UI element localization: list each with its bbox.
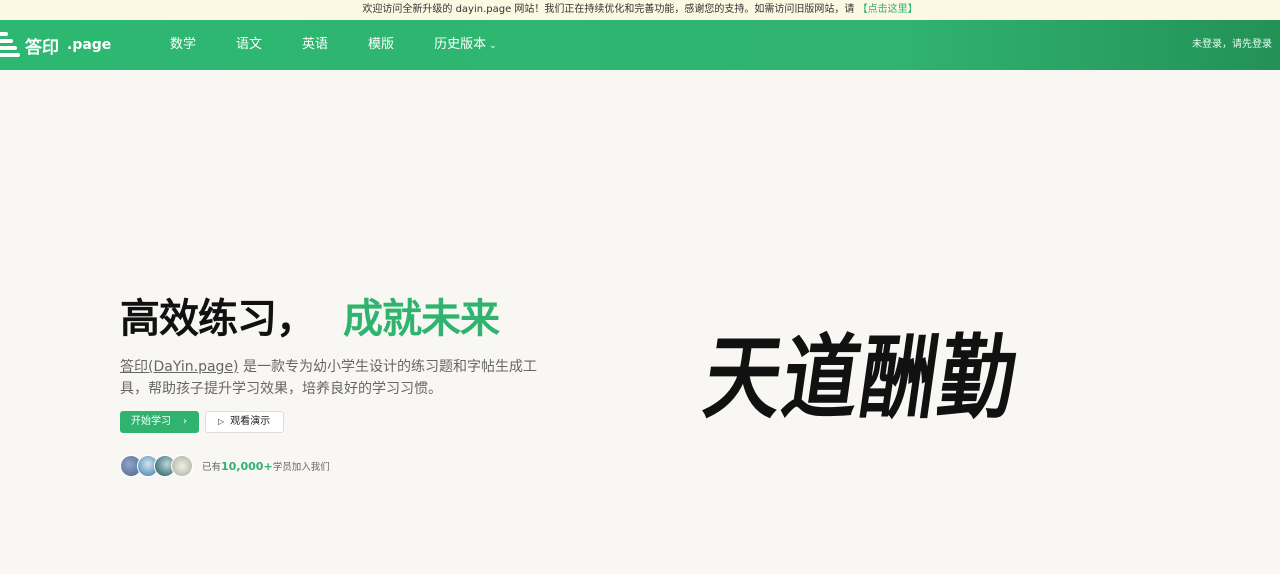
nav-item-templates[interactable]: 模版 [348, 20, 414, 70]
nav-history-label: 历史版本 [434, 37, 487, 52]
top-navbar: 答印 .page 数学 语文 英语 模版 历史版本 ⌄ 未登录，请先登录 [0, 20, 1280, 70]
announcement-bar: 欢迎访问全新升级的 dayin.page 网站！我们正在持续优化和完善功能，感谢… [0, 0, 1280, 20]
play-icon: ▷ [218, 417, 225, 426]
avatar-group [120, 455, 193, 477]
hero-description: 答印(DaYin.page) 是一款专为幼小学生设计的练习题和字帖生成工具，帮助… [120, 356, 540, 400]
logo-suffix: .page [67, 37, 112, 53]
join-text: 已有10,000+学员加入我们 [202, 459, 330, 473]
calligraphy-image: 天道酬勤 [698, 296, 1094, 462]
nav-item-english[interactable]: 英语 [282, 20, 348, 70]
chevron-down-icon: ⌄ [489, 41, 497, 51]
hero-buttons: 开始学习 › ▷ 观看演示 [120, 411, 550, 433]
watch-demo-label: 观看演示 [230, 416, 271, 427]
nav-item-math[interactable]: 数学 [150, 20, 216, 70]
hero-title: 高效练习， 成就未来 [120, 286, 550, 344]
logo-name: 答印 [25, 37, 59, 58]
announcement-text: 欢迎访问全新升级的 dayin.page 网站！我们正在持续优化和完善功能，感谢… [362, 4, 855, 15]
announcement-old-site-link[interactable]: 【点击这里】 [858, 4, 918, 15]
join-prefix: 已有 [202, 462, 222, 473]
brand-link[interactable]: 答印(DaYin.page) [120, 359, 239, 375]
logo-mark-icon [0, 30, 20, 60]
join-count: 10,000+ [221, 460, 273, 473]
hero-title-green: 成就未来 [343, 296, 500, 342]
nav-item-chinese[interactable]: 语文 [216, 20, 282, 70]
avatar [171, 455, 193, 477]
hero-title-black: 高效练习， [120, 296, 316, 342]
nav-item-history-dropdown[interactable]: 历史版本 ⌄ [414, 20, 517, 70]
join-stats: 已有10,000+学员加入我们 [120, 455, 550, 477]
calligraphy-text: 天道酬勤 [698, 324, 1026, 432]
watch-demo-button[interactable]: ▷ 观看演示 [205, 411, 284, 433]
main-nav: 数学 语文 英语 模版 历史版本 ⌄ [150, 20, 517, 70]
hero-section: 高效练习， 成就未来 答印(DaYin.page) 是一款专为幼小学生设计的练习题… [120, 286, 550, 477]
logo[interactable]: 答印 .page [0, 20, 150, 70]
start-learning-label: 开始学习 [131, 416, 171, 427]
join-suffix: 学员加入我们 [272, 462, 330, 473]
chevron-right-icon: › [183, 416, 187, 427]
login-status-link[interactable]: 未登录，请先登录 [1192, 20, 1272, 70]
start-learning-button[interactable]: 开始学习 › [120, 411, 199, 433]
